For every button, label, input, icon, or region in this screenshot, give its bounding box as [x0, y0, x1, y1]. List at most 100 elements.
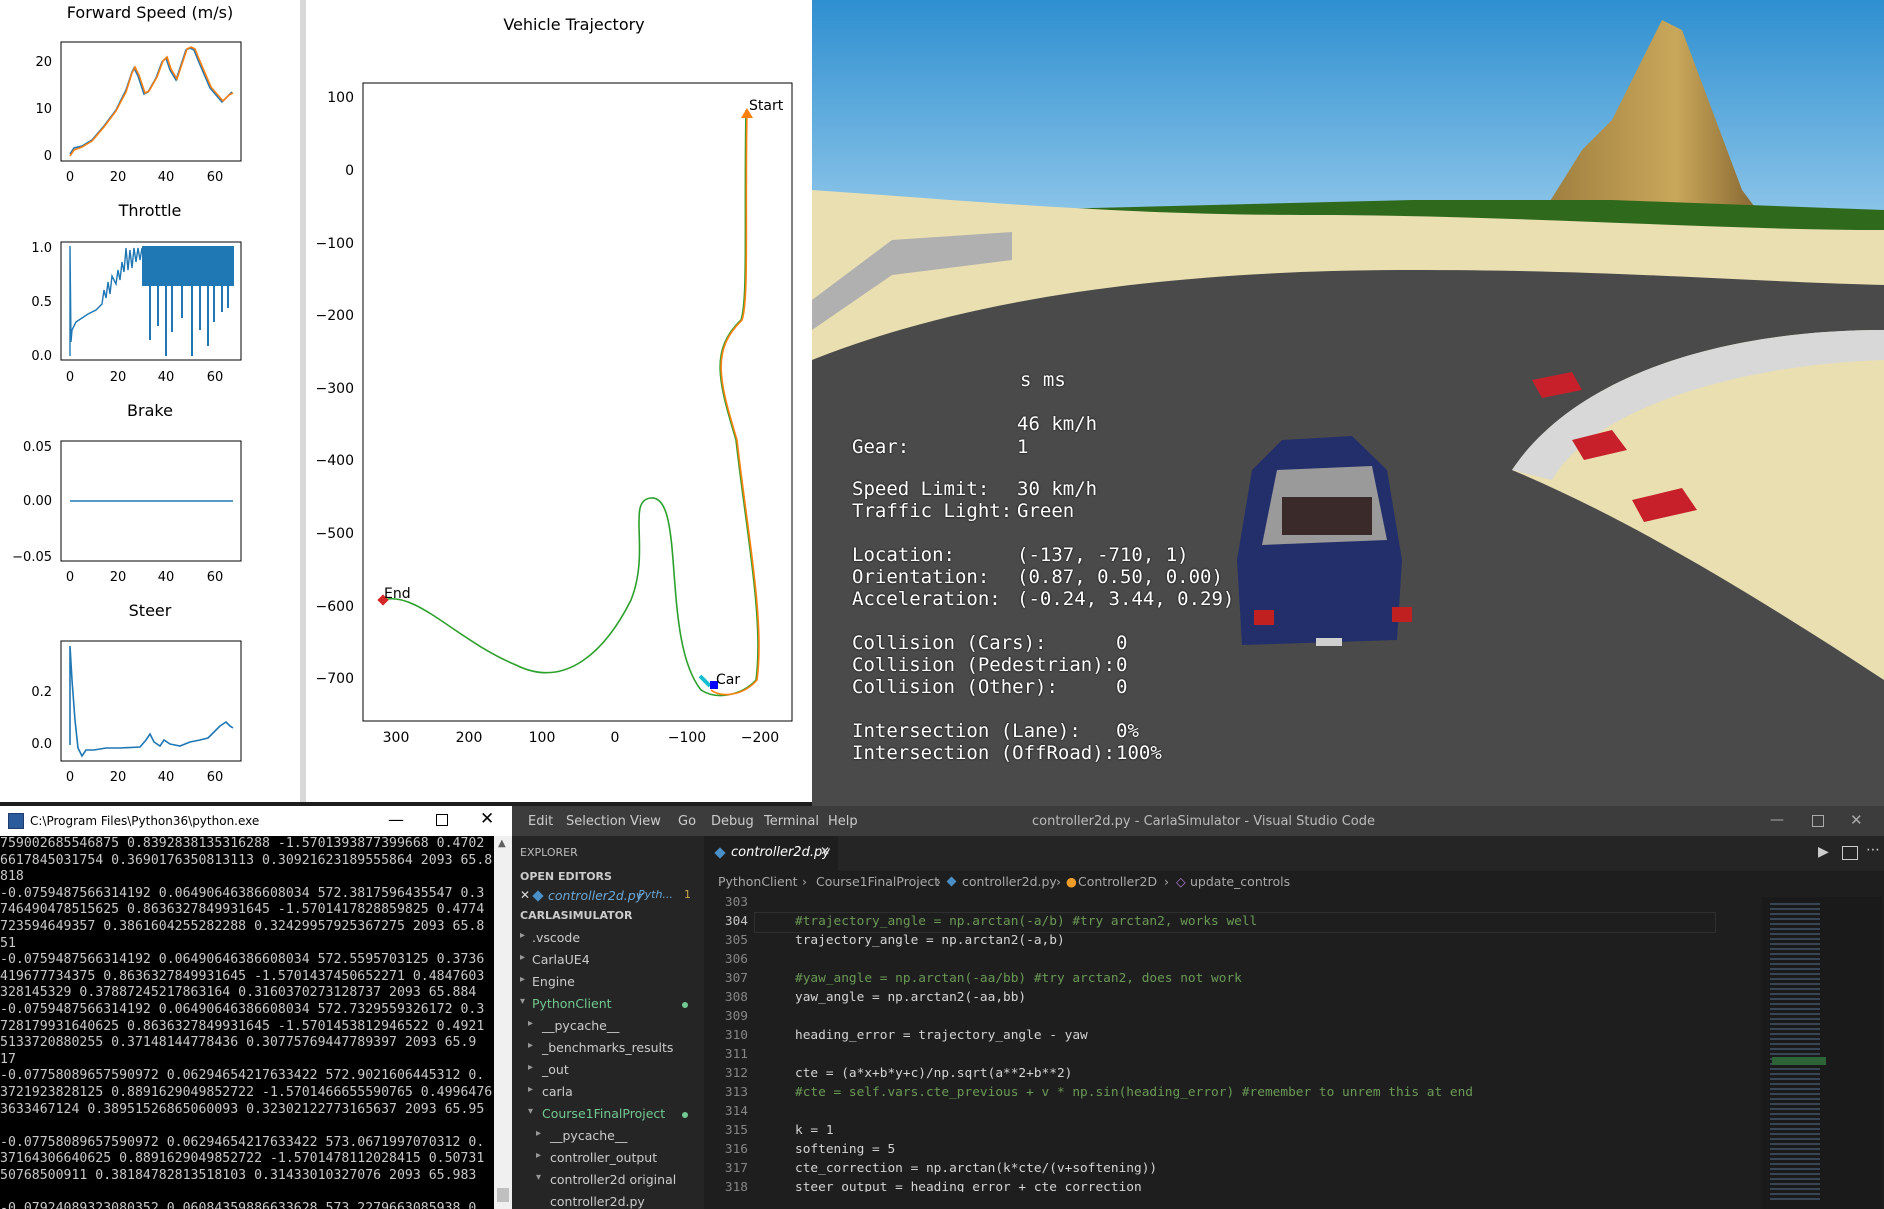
tab-controller2d[interactable]: controller2d.py ✕: [704, 836, 838, 871]
tree-item[interactable]: PythonClient: [532, 996, 612, 1011]
minimize-icon[interactable]: —: [388, 810, 404, 829]
traj-xtick: −100: [668, 730, 706, 746]
vscode-window[interactable]: Edit Selection View Go Debug Terminal He…: [512, 806, 1884, 1209]
breadcrumb-item[interactable]: update_controls: [1190, 874, 1290, 889]
tree-item[interactable]: _benchmarks_results: [542, 1040, 673, 1055]
brake-xtick: 60: [207, 570, 224, 585]
chevron-right-icon: ▸: [528, 1040, 534, 1051]
code-line: #yaw_angle = np.arctan(-aa/bb) #try arct…: [795, 971, 1242, 986]
menu-debug[interactable]: Debug: [711, 814, 754, 829]
vs-minimize-icon[interactable]: —: [1770, 812, 1784, 828]
code-editor[interactable]: 303 304 305 306 307 308 309 310 311 312 …: [704, 893, 1884, 1209]
scrollbar-thumb[interactable]: [497, 1188, 509, 1202]
code-line: #cte = self.vars.cte_previous + v * np.s…: [795, 1085, 1473, 1100]
tree-item[interactable]: controller2d.py: [550, 1194, 645, 1209]
method-icon: ◇: [1176, 874, 1186, 889]
brake-xtick: 0: [66, 570, 74, 585]
hud-location-value: (-137, -710, 1): [1017, 544, 1189, 566]
carla-simulator-view[interactable]: s ms 46 km/h Gear: 1 Speed Limit: 30 km/…: [812, 0, 1884, 806]
console-scrollbar[interactable]: ▲: [494, 836, 512, 1209]
tree-item[interactable]: Engine: [532, 974, 575, 989]
steer-line: [69, 645, 234, 758]
minimap[interactable]: [1762, 897, 1882, 1209]
chevron-right-icon: ▸: [536, 1150, 542, 1161]
menu-selection[interactable]: Selection: [566, 814, 626, 829]
throttle-ytick: 0.0: [31, 349, 52, 364]
close-icon[interactable]: ✕: [480, 809, 494, 829]
line-number: 310: [724, 1028, 748, 1043]
workspace-heading[interactable]: CARLASIMULATOR: [520, 909, 632, 922]
throttle-xtick: 20: [110, 370, 127, 385]
trajectory-waypoints-path: [382, 109, 759, 697]
console-titlebar[interactable]: C:\Program Files\Python36\python.exe — ✕: [0, 806, 512, 836]
open-editor-item[interactable]: controller2d.py: [548, 888, 643, 903]
chevron-right-icon: ▸: [528, 1062, 534, 1073]
hud-orientation-label: Orientation:: [852, 566, 990, 588]
traj-xtick: −200: [741, 730, 779, 746]
explorer-sidebar: EXPLORER OPEN EDITORS ✕ controller2d.py …: [512, 836, 704, 1209]
speed-xtick: 60: [207, 170, 224, 185]
throttle-ytick: 1.0: [31, 241, 52, 256]
breadcrumb-item[interactable]: Controller2D: [1078, 874, 1157, 889]
tree-item[interactable]: _out: [542, 1062, 569, 1077]
menu-edit[interactable]: Edit: [528, 814, 553, 829]
hud-partial-line: s ms: [1020, 369, 1066, 391]
breadcrumb-separator: ›: [802, 874, 807, 889]
vs-maximize-icon[interactable]: [1812, 815, 1824, 827]
chevron-down-icon: ▾: [528, 1106, 534, 1117]
line-number: 316: [724, 1142, 748, 1157]
menu-view[interactable]: View: [630, 814, 661, 829]
code-line: steer output = heading error + cte corre…: [795, 1180, 1142, 1192]
open-editors-heading[interactable]: OPEN EDITORS: [520, 870, 612, 883]
traj-ytick: −400: [316, 453, 354, 469]
steer-xtick: 60: [207, 770, 224, 785]
breadcrumb-item[interactable]: controller2d.py: [962, 874, 1057, 889]
tree-item[interactable]: .vscode: [532, 930, 580, 945]
traj-ytick: −500: [316, 526, 354, 542]
traj-ytick: −700: [316, 671, 354, 687]
line-number: 314: [724, 1104, 748, 1119]
menu-go[interactable]: Go: [678, 814, 696, 829]
class-icon: ●: [1066, 874, 1077, 889]
tree-item[interactable]: controller_output: [550, 1150, 657, 1165]
hud-gear-value: 1: [1017, 436, 1029, 458]
steer-ytick: 0.0: [31, 737, 52, 752]
menu-help[interactable]: Help: [828, 814, 858, 829]
modified-dot: [682, 1002, 688, 1008]
problem-count-badge: 1: [684, 888, 691, 901]
hud-collision-ped-label: Collision (Pedestrian):: [852, 654, 1116, 676]
explorer-heading: EXPLORER: [520, 846, 578, 859]
more-actions-icon[interactable]: ⋯: [1866, 842, 1880, 858]
traj-xtick: 0: [611, 730, 620, 746]
close-editor-icon[interactable]: ✕: [520, 888, 530, 902]
run-icon[interactable]: ▶: [1818, 844, 1829, 860]
tree-item[interactable]: Course1FinalProject: [542, 1106, 665, 1121]
brake-title: Brake: [127, 401, 173, 420]
tree-item[interactable]: __pycache__: [542, 1018, 619, 1033]
menu-terminal[interactable]: Terminal: [764, 814, 819, 829]
steer-xtick: 20: [110, 770, 127, 785]
hud-speed-limit-label: Speed Limit:: [852, 478, 990, 500]
hud-collision-cars-label: Collision (Cars):: [852, 632, 1047, 654]
vscode-titlebar[interactable]: Edit Selection View Go Debug Terminal He…: [512, 806, 1884, 836]
throttle-dense-region: [142, 246, 234, 286]
maximize-icon[interactable]: [436, 814, 448, 826]
tree-item[interactable]: CarlaUE4: [532, 952, 590, 967]
tab-close-icon[interactable]: ✕: [820, 844, 830, 858]
chevron-right-icon: ▸: [520, 952, 526, 963]
tree-item[interactable]: controller2d original: [550, 1172, 676, 1187]
editor-tab-bar: controller2d.py ✕ ▶ ⋯: [704, 836, 1884, 871]
split-editor-icon[interactable]: [1842, 846, 1858, 860]
scroll-up-icon[interactable]: ▲: [498, 838, 506, 849]
vscode-window-title: controller2d.py - CarlaSimulator - Visua…: [1032, 814, 1375, 829]
line-number: 313: [724, 1085, 748, 1100]
speed-actual-line: [69, 46, 234, 157]
python-console-window[interactable]: C:\Program Files\Python36\python.exe — ✕…: [0, 806, 512, 1209]
tree-item[interactable]: carla: [542, 1084, 573, 1099]
breadcrumb-item[interactable]: PythonClient: [718, 874, 798, 889]
vs-close-icon[interactable]: ✕: [1850, 811, 1863, 829]
breadcrumb-item[interactable]: Course1FinalProject: [816, 874, 939, 889]
console-output: 759002685546875 0.8392838135316288 -1.57…: [0, 836, 493, 1209]
tree-item[interactable]: __pycache__: [550, 1128, 627, 1143]
trajectory-axes: [362, 82, 793, 722]
